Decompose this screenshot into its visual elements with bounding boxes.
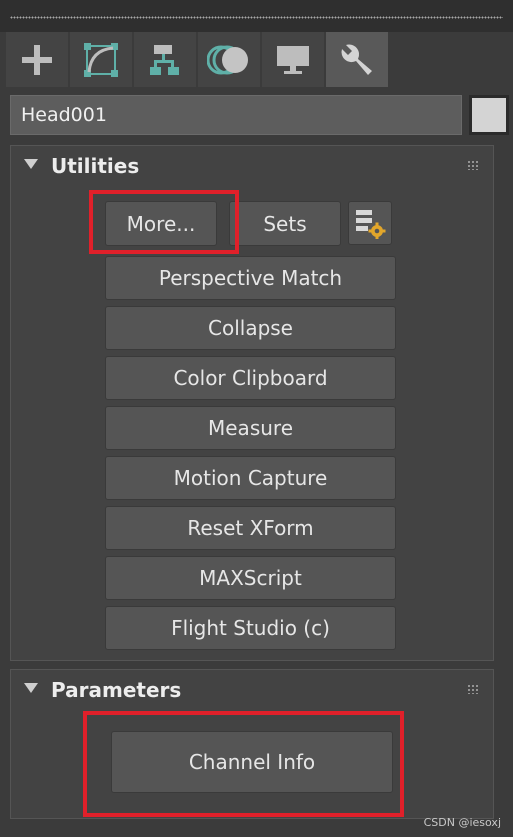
command-panel: Head001 Utilities More... Sets Perspecti… — [0, 0, 513, 837]
modify-curve-icon — [84, 42, 118, 77]
parameters-rollout-header[interactable]: Parameters — [11, 670, 493, 710]
create-plus-icon — [22, 44, 52, 75]
channel-info-button[interactable]: Channel Info — [111, 731, 393, 793]
parameters-title: Parameters — [51, 678, 182, 702]
configure-sets-icon — [356, 210, 386, 239]
rollout-grip-icon[interactable] — [467, 684, 479, 694]
motion-capture-button[interactable]: Motion Capture — [105, 456, 396, 500]
tab-display[interactable] — [262, 32, 324, 87]
object-name-field[interactable]: Head001 — [10, 95, 462, 135]
configure-button-sets-button[interactable] — [348, 201, 392, 245]
rollout-grip-icon[interactable] — [467, 160, 479, 170]
tab-utilities[interactable] — [326, 32, 388, 87]
panel-drag-strip[interactable] — [0, 0, 513, 32]
measure-button[interactable]: Measure — [105, 406, 396, 450]
collapse-arrow-icon — [24, 159, 38, 169]
reset-xform-button[interactable]: Reset XForm — [105, 506, 396, 550]
drag-dots — [10, 16, 503, 19]
maxscript-button[interactable]: MAXScript — [105, 556, 396, 600]
tab-motion[interactable] — [198, 32, 260, 87]
utilities-rollout-header[interactable]: Utilities — [11, 146, 493, 186]
tab-create[interactable] — [6, 32, 68, 87]
tab-hierarchy[interactable] — [134, 32, 196, 87]
more-button[interactable]: More... — [105, 201, 217, 246]
utilities-title: Utilities — [51, 154, 140, 178]
utilities-rollout: Utilities More... Sets Perspective Match… — [10, 145, 494, 661]
display-monitor-icon — [277, 45, 309, 74]
watermark: CSDN @iesoxj — [423, 816, 501, 829]
hierarchy-icon — [150, 44, 179, 75]
collapse-arrow-icon — [24, 683, 38, 693]
command-panel-tabs — [6, 32, 506, 87]
object-color-fill — [472, 98, 506, 132]
flight-studio-button[interactable]: Flight Studio (c) — [105, 606, 396, 650]
object-color-swatch[interactable] — [469, 95, 509, 135]
collapse-button[interactable]: Collapse — [105, 306, 396, 350]
color-clipboard-button[interactable]: Color Clipboard — [105, 356, 396, 400]
perspective-match-button[interactable]: Perspective Match — [105, 256, 396, 300]
motion-circles-icon — [207, 45, 248, 74]
tab-modify[interactable] — [70, 32, 132, 87]
parameters-rollout: Parameters Channel Info — [10, 669, 494, 819]
sets-button[interactable]: Sets — [229, 201, 341, 246]
utilities-wrench-icon — [341, 44, 372, 75]
